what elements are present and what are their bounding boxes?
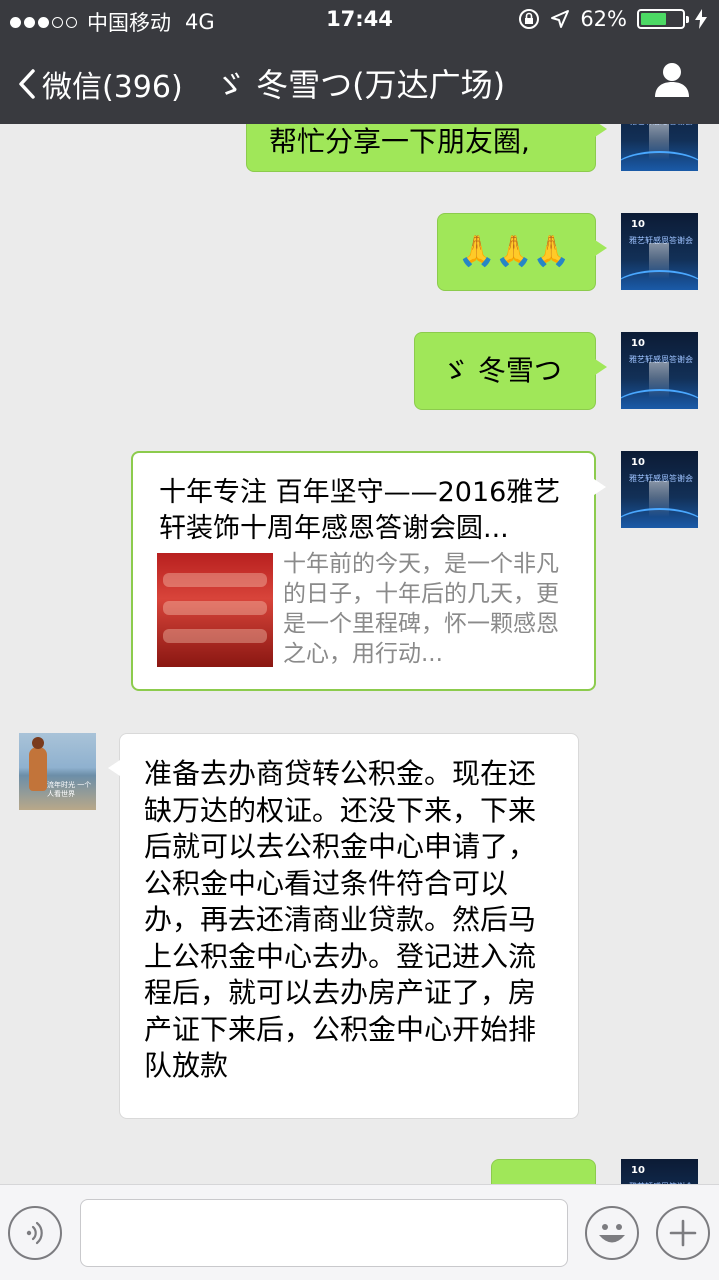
message-bubble[interactable]: 帮忙分享一下朋友圈, <box>246 124 607 172</box>
smiley-icon <box>599 1224 625 1243</box>
self-avatar[interactable]: 10 雅艺轩感恩答谢会 <box>621 451 698 528</box>
self-avatar[interactable]: 10 雅艺轩感恩答谢会 <box>621 332 698 409</box>
message-bubble[interactable]: ゞ 冬雪つ <box>414 332 607 410</box>
battery-percent: 62% <box>580 7 627 31</box>
chat-title: ゞ 冬雪つ(万达广场) <box>213 66 506 104</box>
message-bubble[interactable] <box>491 1159 596 1184</box>
message-text: 准备去办商贷转公积金。现在还缺万达的权证。还没下来，下来后就可以去公积金中心申请… <box>144 757 537 1082</box>
link-description: 十年前的今天，是一个非凡的日子，十年后的几天，更是一个里程碑，怀一颗感恩之心，用… <box>283 551 559 667</box>
battery-icon <box>637 9 689 29</box>
person-icon <box>655 63 689 97</box>
self-avatar[interactable]: 10 雅艺轩感恩答谢会 <box>621 124 698 171</box>
avatar-text: 10 <box>631 457 645 468</box>
avatar-caption: 流年时光 一个人看世界 <box>47 781 92 798</box>
input-bar <box>0 1184 719 1280</box>
avatar-text: 10 <box>631 338 645 349</box>
location-arrow-icon <box>551 10 570 28</box>
link-thumbnail <box>157 553 273 667</box>
friend-avatar[interactable]: 流年时光 一个人看世界 <box>19 733 96 810</box>
emoji-message: 🙏🙏🙏 <box>458 234 571 269</box>
self-avatar[interactable]: 10 雅艺轩感恩答谢会 <box>621 1159 698 1184</box>
top-bar: 中国移动 4G 17:44 62% 微信(396) ゞ 冬雪つ(万达广场) <box>0 0 719 124</box>
charging-icon <box>695 9 707 29</box>
message-input[interactable] <box>80 1199 568 1267</box>
message-bubble[interactable]: 🙏🙏🙏 <box>437 213 607 291</box>
link-title: 十年专注 百年坚守——2016雅艺轩装饰十周年感恩答谢会圆... <box>159 477 561 544</box>
more-button[interactable] <box>656 1206 710 1260</box>
battery-fill <box>641 13 666 25</box>
status-right: 62% <box>518 7 707 31</box>
message-bubble[interactable]: 准备去办商贷转公积金。现在还缺万达的权证。还没下来，下来后就可以去公积金中心申请… <box>108 733 579 1119</box>
voice-icon <box>26 1221 43 1245</box>
chat-area[interactable]: 帮忙分享一下朋友圈, 10 雅艺轩感恩答谢会 🙏🙏🙏 10 雅艺轩感恩答谢会 ゞ… <box>0 124 719 1184</box>
status-bar: 中国移动 4G 17:44 62% <box>0 0 719 40</box>
message-text: ゞ 冬雪つ <box>441 354 562 387</box>
emoji-button[interactable] <box>585 1206 639 1260</box>
plus-icon <box>669 1219 697 1247</box>
voice-button[interactable] <box>8 1206 62 1260</box>
self-avatar[interactable]: 10 雅艺轩感恩答谢会 <box>621 213 698 290</box>
avatar-text: 10 <box>631 219 645 230</box>
chat-info-button[interactable] <box>653 60 691 102</box>
rotation-lock-icon <box>519 9 540 29</box>
link-card[interactable]: 十年专注 百年坚守——2016雅艺轩装饰十周年感恩答谢会圆... 十年前的今天，… <box>131 451 606 691</box>
avatar-text: 10 <box>631 1165 645 1176</box>
nav-bar: 微信(396) ゞ 冬雪つ(万达广场) <box>0 40 719 124</box>
message-text: 帮忙分享一下朋友圈, <box>269 125 530 158</box>
